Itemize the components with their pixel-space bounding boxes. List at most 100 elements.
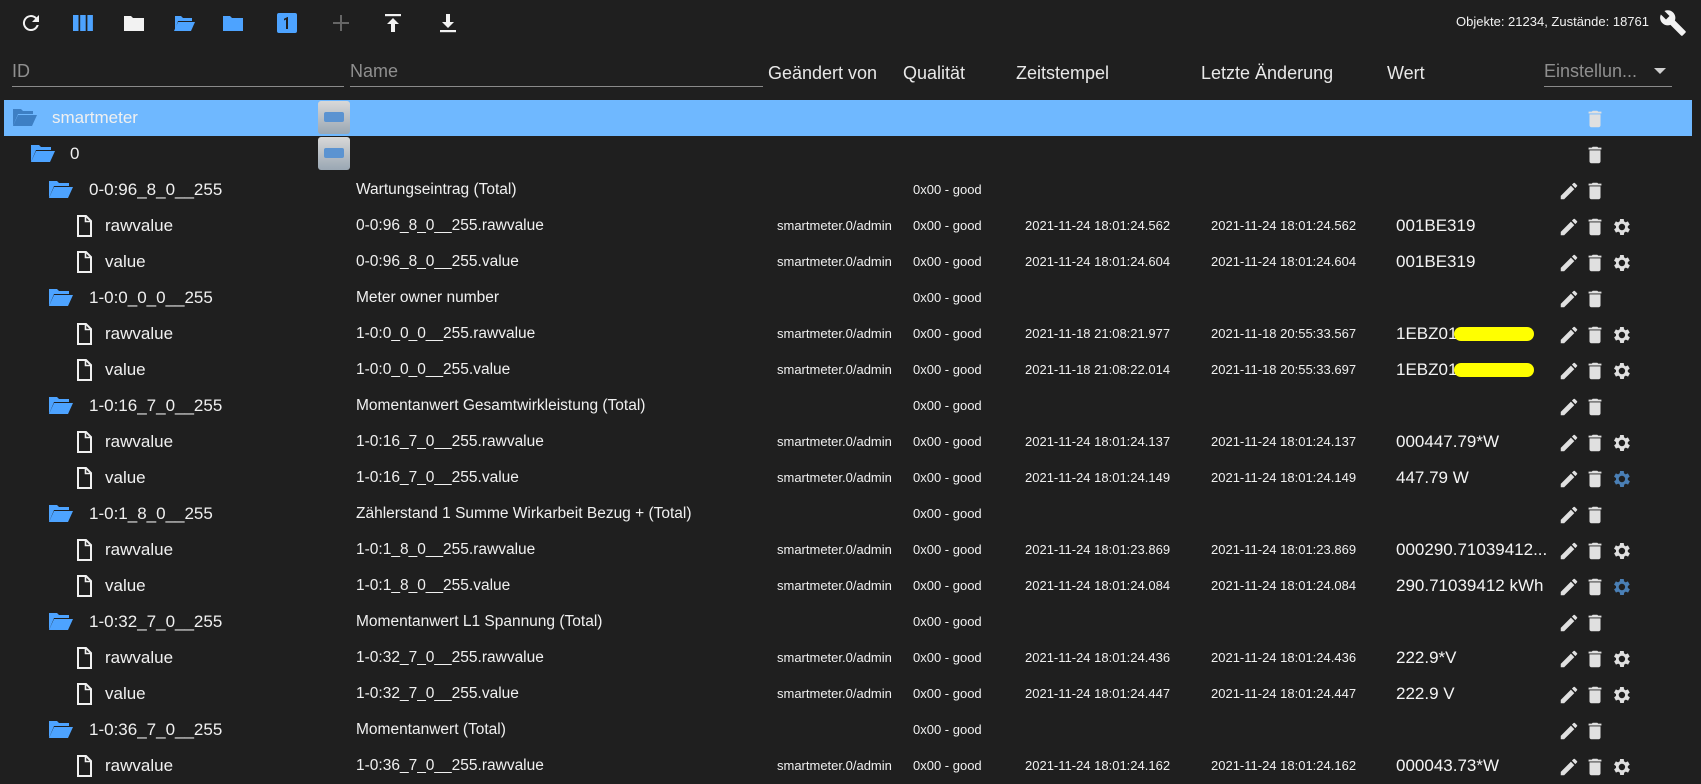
row-value[interactable]: 000447.79*W bbox=[1396, 424, 1551, 460]
row-value[interactable]: 222.9 V bbox=[1396, 676, 1551, 712]
row-value[interactable]: 001BE319 bbox=[1396, 244, 1551, 280]
table-row[interactable]: 1-0:32_7_0__255 Momentanwert L1 Spannung … bbox=[4, 604, 1692, 640]
settings-gear-icon[interactable] bbox=[1610, 540, 1632, 562]
table-row[interactable]: value 1-0:32_7_0__255.value smartmeter.0/a… bbox=[4, 676, 1692, 712]
delete-icon[interactable] bbox=[1584, 756, 1606, 778]
column-quality[interactable]: Qualität bbox=[903, 58, 965, 88]
delete-icon[interactable] bbox=[1584, 252, 1606, 274]
delete-icon[interactable] bbox=[1584, 540, 1606, 562]
delete-icon[interactable] bbox=[1584, 612, 1606, 634]
table-row[interactable]: 1-0:36_7_0__255 Momentanwert (Total) 0x00 … bbox=[4, 712, 1692, 748]
edit-icon[interactable] bbox=[1558, 504, 1580, 526]
edit-icon[interactable] bbox=[1558, 180, 1580, 202]
row-value[interactable]: 000043.73*W bbox=[1396, 748, 1551, 784]
edit-icon[interactable] bbox=[1558, 684, 1580, 706]
table-row[interactable]: value 1-0:1_8_0__255.value smartmeter.0/ad… bbox=[4, 568, 1692, 604]
id-filter[interactable] bbox=[12, 56, 344, 87]
edit-icon[interactable] bbox=[1558, 468, 1580, 490]
folder-closed-icon[interactable] bbox=[121, 10, 147, 36]
table-row[interactable]: rawvalue 1-0:36_7_0__255.rawvalue smartmet… bbox=[4, 748, 1692, 784]
settings-gear-icon[interactable] bbox=[1610, 576, 1632, 598]
delete-icon[interactable] bbox=[1584, 432, 1606, 454]
folder-open-icon[interactable] bbox=[30, 142, 56, 166]
table-row[interactable]: rawvalue 1-0:16_7_0__255.rawvalue smartmet… bbox=[4, 424, 1692, 460]
table-row[interactable]: rawvalue 0-0:96_8_0__255.rawvalue smartmet… bbox=[4, 208, 1692, 244]
edit-icon[interactable] bbox=[1558, 576, 1580, 598]
table-row[interactable]: rawvalue 1-0:0_0_0__255.rawvalue smartmete… bbox=[4, 316, 1692, 352]
delete-icon[interactable] bbox=[1584, 576, 1606, 598]
table-row[interactable]: value 0-0:96_8_0__255.value smartmeter.0/a… bbox=[4, 244, 1692, 280]
settings-gear-icon[interactable] bbox=[1610, 432, 1632, 454]
edit-icon[interactable] bbox=[1558, 720, 1580, 742]
table-row[interactable]: value 1-0:16_7_0__255.value smartmeter.0/a… bbox=[4, 460, 1692, 496]
delete-icon[interactable] bbox=[1584, 288, 1606, 310]
name-filter-input[interactable] bbox=[350, 56, 763, 87]
folder-open-icon[interactable] bbox=[12, 106, 38, 130]
edit-icon[interactable] bbox=[1558, 648, 1580, 670]
delete-icon[interactable] bbox=[1584, 396, 1606, 418]
edit-icon[interactable] bbox=[1558, 288, 1580, 310]
edit-icon[interactable] bbox=[1558, 612, 1580, 634]
edit-icon[interactable] bbox=[1558, 324, 1580, 346]
column-changed-by[interactable]: Geändert von bbox=[768, 58, 877, 88]
row-value[interactable]: 001BE319 bbox=[1396, 208, 1551, 244]
folder-open-icon[interactable] bbox=[48, 718, 74, 742]
edit-icon[interactable] bbox=[1558, 216, 1580, 238]
edit-icon[interactable] bbox=[1558, 540, 1580, 562]
table-row[interactable]: 1-0:16_7_0__255 Momentanwert Gesamtwirkle… bbox=[4, 388, 1692, 424]
settings-select[interactable]: Einstellun... bbox=[1544, 56, 1672, 87]
row-value[interactable]: 000290.71039412... bbox=[1396, 532, 1551, 568]
refresh-icon[interactable] bbox=[18, 10, 44, 36]
wrench-icon[interactable] bbox=[1659, 9, 1687, 37]
row-value[interactable]: 290.71039412 kWh bbox=[1396, 568, 1551, 604]
table-row[interactable]: 0-0:96_8_0__255 Wartungseintrag (Total) 0x… bbox=[4, 172, 1692, 208]
table-row[interactable]: value 1-0:0_0_0__255.value smartmeter.0/ad… bbox=[4, 352, 1692, 388]
delete-icon[interactable] bbox=[1584, 180, 1606, 202]
delete-icon[interactable] bbox=[1584, 684, 1606, 706]
settings-gear-icon[interactable] bbox=[1610, 468, 1632, 490]
settings-gear-icon[interactable] bbox=[1610, 360, 1632, 382]
table-row[interactable]: 1-0:0_0_0__255 Meter owner number 0x00 - g… bbox=[4, 280, 1692, 316]
delete-icon[interactable] bbox=[1584, 144, 1606, 166]
row-value[interactable]: 222.9*V bbox=[1396, 640, 1551, 676]
download-icon[interactable] bbox=[435, 10, 461, 36]
folder-open-icon[interactable] bbox=[48, 286, 74, 310]
settings-gear-icon[interactable] bbox=[1610, 648, 1632, 670]
settings-gear-icon[interactable] bbox=[1610, 684, 1632, 706]
table-row[interactable]: smartmeter bbox=[4, 100, 1692, 136]
delete-icon[interactable] bbox=[1584, 324, 1606, 346]
folder-icon[interactable] bbox=[220, 10, 246, 36]
table-row[interactable]: 0 bbox=[4, 136, 1692, 172]
delete-icon[interactable] bbox=[1584, 648, 1606, 670]
one-badge-icon[interactable] bbox=[274, 10, 300, 36]
edit-icon[interactable] bbox=[1558, 432, 1580, 454]
name-filter[interactable] bbox=[350, 56, 763, 87]
delete-icon[interactable] bbox=[1584, 720, 1606, 742]
edit-icon[interactable] bbox=[1558, 396, 1580, 418]
settings-gear-icon[interactable] bbox=[1610, 252, 1632, 274]
table-row[interactable]: rawvalue 1-0:32_7_0__255.rawvalue smartmet… bbox=[4, 640, 1692, 676]
table-row[interactable]: rawvalue 1-0:1_8_0__255.rawvalue smartmete… bbox=[4, 532, 1692, 568]
delete-icon[interactable] bbox=[1584, 108, 1606, 130]
delete-icon[interactable] bbox=[1584, 360, 1606, 382]
edit-icon[interactable] bbox=[1558, 756, 1580, 778]
columns-icon[interactable] bbox=[70, 10, 96, 36]
folder-open-icon[interactable] bbox=[48, 610, 74, 634]
column-value[interactable]: Wert bbox=[1387, 58, 1425, 88]
delete-icon[interactable] bbox=[1584, 504, 1606, 526]
settings-gear-icon[interactable] bbox=[1610, 756, 1632, 778]
column-timestamp[interactable]: Zeitstempel bbox=[1016, 58, 1109, 88]
table-row[interactable]: 1-0:1_8_0__255 Zählerstand 1 Summe Wirkar… bbox=[4, 496, 1692, 532]
delete-icon[interactable] bbox=[1584, 216, 1606, 238]
settings-gear-icon[interactable] bbox=[1610, 216, 1632, 238]
id-filter-input[interactable] bbox=[12, 56, 344, 87]
column-last-change[interactable]: Letzte Änderung bbox=[1201, 58, 1333, 88]
edit-icon[interactable] bbox=[1558, 252, 1580, 274]
edit-icon[interactable] bbox=[1558, 360, 1580, 382]
upload-icon[interactable] bbox=[380, 10, 406, 36]
folder-open-icon[interactable] bbox=[48, 178, 74, 202]
folder-open-icon[interactable] bbox=[48, 502, 74, 526]
folder-open-icon[interactable] bbox=[48, 394, 74, 418]
settings-gear-icon[interactable] bbox=[1610, 324, 1632, 346]
add-icon[interactable] bbox=[328, 10, 354, 36]
